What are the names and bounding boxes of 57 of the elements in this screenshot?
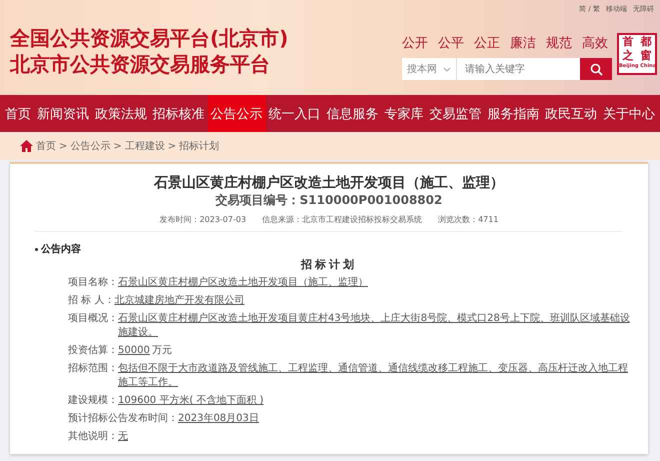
field-value: 包括但不限于大市政道路及管线施工、工程监理、通信管道、通信线缆改移工程施工、变压器、高压杆迁改入地工程施工等工作。 — [118, 362, 629, 390]
nav-tab[interactable]: 专家库 — [381, 95, 426, 132]
site-title: 北京市公共资源交易服务平台 — [10, 52, 271, 77]
nav-tab[interactable]: 统一入口 — [266, 95, 324, 132]
home-icon[interactable] — [20, 140, 33, 152]
field-value: 2023年08月03日 — [178, 412, 259, 426]
slogan-text: 规范 — [546, 35, 572, 52]
search-field[interactable]: 请输入关键字 — [457, 58, 580, 80]
breadcrumb-link[interactable]: 工程建设 — [124, 139, 165, 153]
nav-tab[interactable]: 招标核准 — [150, 95, 208, 132]
field-unit: 万元 — [152, 344, 172, 358]
slogan-text: 廉洁 — [510, 35, 536, 52]
nav-tab[interactable]: 政民互动 — [542, 95, 600, 132]
chevron-down-icon — [443, 66, 451, 72]
section-heading: 公告内容 — [41, 242, 81, 256]
search-icon — [590, 62, 602, 76]
field-label: 招 标 人： — [68, 294, 114, 308]
slogan-text: 公正 — [474, 35, 500, 52]
meta-info: 信息来源：北京市工程建设招标投标交易系统 — [262, 214, 422, 225]
field-value: 109600 平方米( 不含地下面积 ) — [118, 394, 264, 408]
field-label: 投资估算： — [68, 344, 118, 358]
document-title: 招标计划 — [300, 257, 358, 272]
breadcrumb-link[interactable]: 首页 — [36, 139, 56, 153]
nav-tab[interactable]: 交易监管 — [426, 95, 484, 132]
field-value: 石景山区黄庄村棚户区改造土地开发项目（施工、监理） — [118, 276, 368, 290]
breadcrumb-separator: > — [59, 140, 68, 152]
nav-tab[interactable]: 政策法规 — [92, 95, 150, 132]
slogan-text: 公开 — [402, 35, 428, 52]
nav-tab[interactable]: 新闻资讯 — [34, 95, 92, 132]
slogan-text: 高效 — [582, 35, 608, 52]
field-label: 建设规模： — [68, 394, 118, 408]
search-scope-dropdown[interactable]: 搜本网 — [402, 58, 457, 80]
nav-tab[interactable]: 关于中心 — [600, 95, 658, 132]
nav-tab[interactable]: 首页 — [2, 95, 34, 132]
bullet-icon — [35, 248, 38, 250]
nav-tab[interactable]: 服务指南 — [484, 95, 542, 132]
project-number: 交易项目编号：S110000P001008802 — [214, 192, 444, 208]
notice-title: 石景山区黄庄村棚户区改造土地开发项目（施工、监理） — [152, 174, 505, 192]
breadcrumb-separator: > — [113, 140, 122, 152]
breadcrumb-link[interactable]: 公告公示 — [70, 139, 110, 153]
site-title: 全国公共资源交易平台(北京市) — [10, 26, 288, 51]
field-label: 项目名称： — [68, 276, 118, 290]
field-label: 预计招标公告发布时间： — [68, 412, 178, 426]
field-value: 北京城建房地产开发有限公司 — [114, 294, 244, 308]
nav-tab[interactable]: 公告公示 — [208, 95, 266, 132]
meta-info: 浏览次数：4711 — [438, 214, 498, 225]
nav-tab[interactable]: 信息服务 — [324, 95, 382, 132]
field-label: 招标范围： — [68, 362, 118, 376]
search-button[interactable] — [580, 58, 612, 80]
field-label: 其他说明： — [68, 430, 118, 444]
meta-info: 发布时间：2023-07-03 — [160, 214, 246, 225]
field-value: 50000 — [118, 344, 150, 358]
field-label: 项目概况： — [68, 312, 118, 326]
slogan-text: 公平 — [438, 35, 464, 52]
breadcrumb-separator: > — [168, 140, 176, 152]
field-value: 无 — [118, 430, 128, 444]
field-value: 石景山区黄庄村棚户区改造土地开发项目黄庄村43号地块、上庄大街8号院、模式口28号上下院、班训队区域基础设施建设。 — [118, 312, 631, 340]
